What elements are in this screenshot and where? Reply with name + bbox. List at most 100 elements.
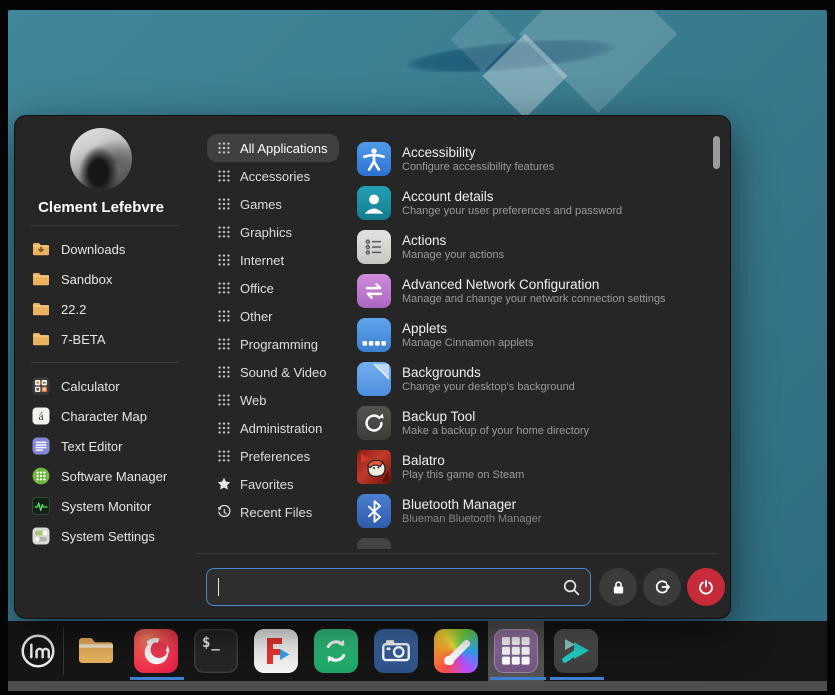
place-sandbox[interactable]: Sandbox (23, 264, 199, 294)
app-list-item-partial[interactable] (353, 533, 715, 549)
grid-icon (217, 310, 231, 322)
app-advanced-network-configuration[interactable]: Advanced Network Configuration Manage an… (353, 269, 715, 313)
category-label: Administration (240, 421, 322, 436)
app-text: Accessibility Configure accessibility fe… (402, 145, 554, 174)
category-label: Other (240, 309, 273, 324)
grid-icon (217, 450, 231, 462)
category-web[interactable]: Web (207, 386, 279, 414)
taskbar-item-freetube[interactable] (254, 629, 298, 673)
app-subtitle: Manage and change your network connectio… (402, 293, 666, 306)
screen-bottom-strip (8, 681, 827, 691)
running-indicator (550, 677, 604, 680)
grid-icon (217, 254, 231, 266)
taskbar-item-drawing[interactable] (434, 629, 478, 673)
application-menu: Clement Lefebvre Downloads Sandbox 22.2 … (14, 115, 731, 619)
category-label: Graphics (240, 225, 292, 240)
app-bluetooth-manager[interactable]: Bluetooth Manager Blueman Bluetooth Mana… (353, 489, 715, 533)
category-office[interactable]: Office (207, 274, 286, 302)
sidebar-item-character-map[interactable]: á Character Map (23, 401, 199, 431)
category-graphics[interactable]: Graphics (207, 218, 304, 246)
logout-icon (653, 578, 671, 596)
app-title: Bluetooth Manager (402, 497, 541, 512)
category-accessories[interactable]: Accessories (207, 162, 322, 190)
user-avatar[interactable] (70, 128, 132, 190)
taskbar-item-files[interactable] (74, 629, 118, 673)
place-22-2[interactable]: 22.2 (23, 294, 199, 324)
scrollbar-thumb[interactable] (713, 136, 720, 169)
category-games[interactable]: Games (207, 190, 294, 218)
taskbar-item-terminal[interactable]: $_ (194, 629, 238, 673)
taskbar-item-menu[interactable] (16, 629, 60, 673)
taskbar-item-firefox[interactable] (134, 629, 178, 673)
divider (195, 553, 719, 554)
text-caret (218, 578, 219, 596)
grid-icon (217, 394, 231, 406)
app-title: Backgrounds (402, 365, 575, 380)
app-subtitle: Manage your actions (402, 249, 504, 262)
power-icon (697, 578, 715, 596)
app-text: Backgrounds Change your desktop's backgr… (402, 365, 575, 394)
category-other[interactable]: Other (207, 302, 285, 330)
system-list: Calculator á Character Map Text Editor S… (23, 371, 199, 551)
place-downloads[interactable]: Downloads (23, 234, 199, 264)
app-title: Actions (402, 233, 504, 248)
text-editor-icon (31, 436, 51, 456)
category-sound-video[interactable]: Sound & Video (207, 358, 339, 386)
category-label: All Applications (240, 141, 327, 156)
app-subtitle: Manage Cinnamon applets (402, 337, 533, 350)
grid-icon (217, 170, 231, 182)
app-account-details[interactable]: Account details Change your user prefere… (353, 181, 715, 225)
category-label: Favorites (240, 477, 293, 492)
category-administration[interactable]: Administration (207, 414, 334, 442)
sidebar-item-software-manager[interactable]: Software Manager (23, 461, 199, 491)
system-monitor-icon (31, 496, 51, 516)
search-icon[interactable] (561, 577, 581, 597)
taskbar-item-camera[interactable] (374, 629, 418, 673)
category-favorites[interactable]: Favorites (207, 470, 305, 498)
app-backgrounds[interactable]: Backgrounds Change your desktop's backgr… (353, 357, 715, 401)
app-text: Balatro Play this game on Steam (402, 453, 524, 482)
grid-icon (217, 422, 231, 434)
taskbar-item-app-grid[interactable] (494, 629, 538, 673)
lock-icon (610, 579, 627, 596)
app-title: Account details (402, 189, 622, 204)
category-label: Sound & Video (240, 365, 327, 380)
app-title: Balatro (402, 453, 524, 468)
app-balatro[interactable]: Balatro Play this game on Steam (353, 445, 715, 489)
category-recent-files[interactable]: Recent Files (207, 498, 324, 526)
logout-button[interactable] (643, 568, 681, 606)
app-grid-icon (494, 629, 538, 673)
sidebar-item-system-monitor[interactable]: System Monitor (23, 491, 199, 521)
sidebar-item-label: Sandbox (61, 272, 112, 287)
place-7-beta[interactable]: 7-BETA (23, 324, 199, 354)
recent-icon (217, 505, 231, 519)
category-internet[interactable]: Internet (207, 246, 296, 274)
software-manager-icon (31, 466, 51, 486)
category-label: Programming (240, 337, 318, 352)
app-title: Advanced Network Configuration (402, 277, 666, 292)
sidebar-item-system-settings[interactable]: System Settings (23, 521, 199, 551)
power-button[interactable] (687, 568, 725, 606)
taskbar-item-sync[interactable] (314, 629, 358, 673)
taskbar-item-warpinator[interactable] (554, 629, 598, 673)
sidebar-item-text-editor[interactable]: Text Editor (23, 431, 199, 461)
places-list: Downloads Sandbox 22.2 7-BETA (23, 234, 199, 354)
grid-icon (217, 198, 231, 210)
folder-icon (31, 329, 51, 349)
sidebar-item-calculator[interactable]: Calculator (23, 371, 199, 401)
freetube-icon (254, 629, 298, 673)
category-all-applications[interactable]: All Applications (207, 134, 339, 162)
app-applets[interactable]: Applets Manage Cinnamon applets (353, 313, 715, 357)
sidebar-item-label: Calculator (61, 379, 120, 394)
sidebar-item-label: Downloads (61, 242, 125, 257)
app-accessibility[interactable]: Accessibility Configure accessibility fe… (353, 137, 715, 181)
category-preferences[interactable]: Preferences (207, 442, 322, 470)
lock-button[interactable] (599, 568, 637, 606)
category-programming[interactable]: Programming (207, 330, 330, 358)
accessibility-icon (357, 142, 391, 176)
category-label: Web (240, 393, 267, 408)
search-input[interactable] (206, 568, 591, 606)
app-backup-tool[interactable]: Backup Tool Make a backup of your home d… (353, 401, 715, 445)
app-actions[interactable]: Actions Manage your actions (353, 225, 715, 269)
category-label: Accessories (240, 169, 310, 184)
